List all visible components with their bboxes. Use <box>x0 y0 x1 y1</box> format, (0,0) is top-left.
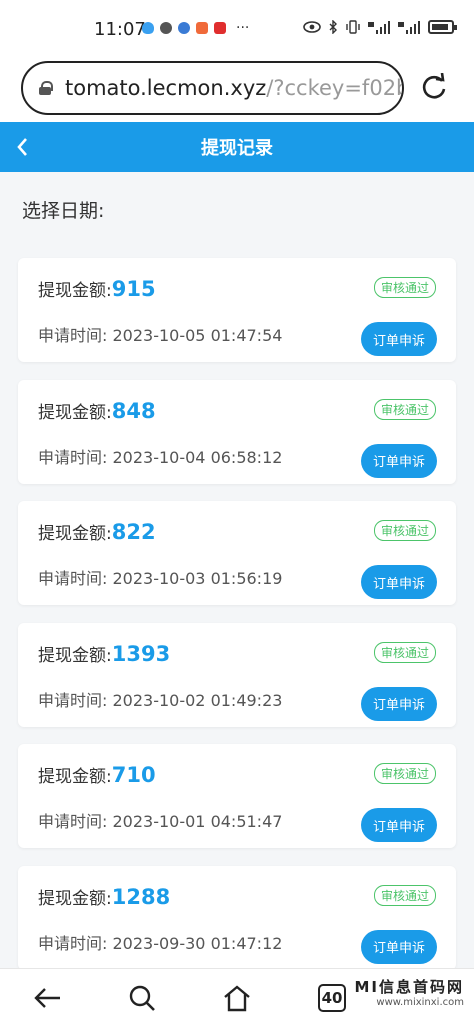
amount-value: 848 <box>111 398 156 423</box>
back-arrow-icon[interactable] <box>30 981 64 1015</box>
time-value: 2023-10-01 04:51:47 <box>112 812 283 831</box>
time-value: 2023-10-05 01:47:54 <box>112 326 283 345</box>
amount-row: 提现金额: 915 <box>38 276 156 301</box>
browser-toolbar: tomato.lecmon.xyz/?cckey=f02b91 <box>0 56 474 122</box>
order-complaint-button[interactable]: 订单申诉 <box>361 686 437 721</box>
status-badge: 审核通过 <box>373 520 436 541</box>
watermark-title: MI信息首码网 <box>354 978 464 996</box>
time-label: 申请时间: <box>38 690 108 710</box>
reload-icon[interactable] <box>420 73 448 101</box>
apply-time: 申请时间: 2023-10-01 04:51:47 <box>38 808 282 832</box>
apply-time: 申请时间: 2023-10-05 01:47:54 <box>38 322 282 346</box>
amount-row: 提现金额: 822 <box>38 519 156 544</box>
apply-time: 申请时间: 2023-10-04 06:58:12 <box>38 444 282 468</box>
more-notifications-icon: ··· <box>236 20 250 36</box>
page-title: 提现记录 <box>201 138 273 159</box>
vibrate-icon <box>346 20 360 34</box>
status-time: 11:07 <box>94 19 146 40</box>
url-path: /?cckey=f02b91 <box>266 76 402 100</box>
amount-label: 提现金额: <box>38 888 112 909</box>
record-card: 提现金额: 1288 审核通过 申请时间: 2023-09-30 01:47:12… <box>18 865 456 970</box>
record-card: 提现金额: 848 审核通过 申请时间: 2023-10-04 06:58:12 … <box>18 379 456 484</box>
system-icons <box>303 20 457 34</box>
shield-app-icon <box>142 22 154 34</box>
wechat-icon <box>160 22 172 34</box>
time-label: 申请时间: <box>38 812 108 831</box>
battery-icon <box>428 20 457 34</box>
signal-icon-2 <box>398 21 420 34</box>
watermark: MI信息首码网 www.mixinxi.com <box>354 976 464 1008</box>
search-icon[interactable] <box>125 981 159 1015</box>
record-card: 提现金额: 822 审核通过 申请时间: 2023-10-03 01:56:19 … <box>18 501 456 605</box>
amount-row: 提现金额: 1288 <box>38 884 170 909</box>
withdrawal-record-list: 提现金额: 915 审核通过 申请时间: 2023-10-05 01:47:54 … <box>18 258 456 987</box>
watermark-url: www.mixinxi.com <box>376 997 464 1008</box>
status-badge: 审核通过 <box>373 641 436 663</box>
browser-app-icon <box>178 22 190 34</box>
tabs-count: 40 <box>318 984 346 1012</box>
time-value: 2023-10-02 01:49:23 <box>112 690 283 710</box>
status-badge: 审核通过 <box>373 884 436 906</box>
address-bar[interactable]: tomato.lecmon.xyz/?cckey=f02b91 <box>21 61 404 115</box>
amount-row: 提现金额: 1393 <box>38 641 170 666</box>
apply-time: 申请时间: 2023-09-30 01:47:12 <box>38 930 282 954</box>
order-complaint-button[interactable]: 订单申诉 <box>361 808 437 842</box>
time-label: 申请时间: <box>38 933 108 953</box>
order-complaint-button[interactable]: 订单申诉 <box>361 322 437 356</box>
signal-icon <box>368 21 390 34</box>
date-picker-label[interactable]: 选择日期: <box>22 196 104 223</box>
status-bar: 11:07 ··· <box>0 0 474 56</box>
home-icon[interactable] <box>220 981 254 1015</box>
record-card: 提现金额: 915 审核通过 申请时间: 2023-10-05 01:47:54 … <box>18 258 456 362</box>
amount-label: 提现金额: <box>38 767 112 787</box>
notification-icons: ··· <box>142 20 250 36</box>
tabs-button[interactable]: 40 <box>315 981 349 1015</box>
url-domain: tomato.lecmon.xyz <box>65 76 267 100</box>
eye-icon <box>303 21 321 33</box>
status-badge: 审核通过 <box>373 277 436 298</box>
amount-row: 提现金额: 848 <box>38 398 156 423</box>
shopping-app-icon <box>196 22 208 34</box>
amount-value: 822 <box>111 520 156 544</box>
amount-row: 提现金额: 710 <box>38 762 156 787</box>
app-header: 提现记录 <box>0 122 474 172</box>
red-app-icon <box>214 22 226 34</box>
amount-label: 提现金额: <box>38 524 112 544</box>
apply-time: 申请时间: 2023-10-03 01:56:19 <box>38 565 282 589</box>
time-value: 2023-10-04 06:58:12 <box>112 447 283 467</box>
record-card: 提现金额: 710 审核通过 申请时间: 2023-10-01 04:51:47 … <box>18 744 456 848</box>
amount-label: 提现金额: <box>38 645 112 666</box>
time-label: 申请时间: <box>38 326 108 345</box>
time-label: 申请时间: <box>38 447 108 467</box>
amount-value: 710 <box>111 763 156 787</box>
order-complaint-button[interactable]: 订单申诉 <box>361 565 437 599</box>
record-card: 提现金额: 1393 审核通过 申请时间: 2023-10-02 01:49:23… <box>18 622 456 727</box>
amount-label: 提现金额: <box>38 402 112 423</box>
amount-label: 提现金额: <box>38 281 112 301</box>
time-value: 2023-10-03 01:56:19 <box>112 569 283 588</box>
apply-time: 申请时间: 2023-10-02 01:49:23 <box>38 687 282 711</box>
order-complaint-button[interactable]: 订单申诉 <box>361 929 437 964</box>
amount-value: 1288 <box>111 884 171 909</box>
status-badge: 审核通过 <box>373 398 436 420</box>
status-badge: 审核通过 <box>373 763 436 784</box>
time-label: 申请时间: <box>38 569 108 588</box>
lock-icon <box>39 81 53 95</box>
amount-value: 915 <box>111 277 156 301</box>
order-complaint-button[interactable]: 订单申诉 <box>361 443 437 478</box>
time-value: 2023-09-30 01:47:12 <box>112 933 283 953</box>
bluetooth-icon <box>329 20 337 34</box>
amount-value: 1393 <box>111 641 171 666</box>
